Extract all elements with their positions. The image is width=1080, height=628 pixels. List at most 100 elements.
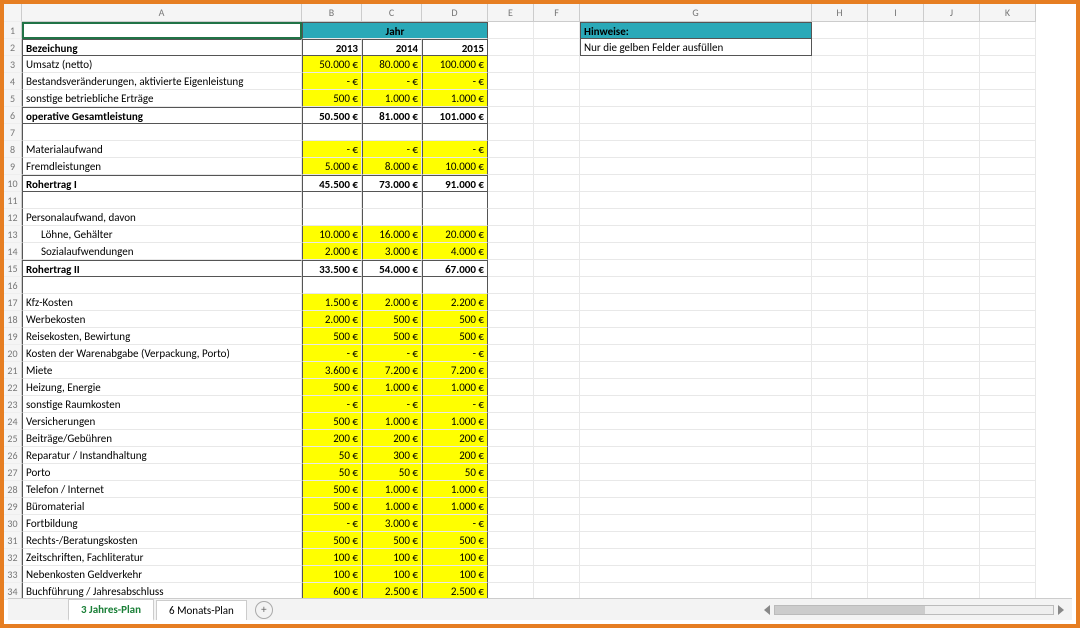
cell-value[interactable]: 2.000 € <box>362 294 422 311</box>
cell-value[interactable]: 1.000 € <box>422 90 488 107</box>
cell-value[interactable]: 500 € <box>302 328 362 345</box>
cell-value[interactable]: 8.000 € <box>362 158 422 175</box>
cell-value[interactable]: 1.000 € <box>362 379 422 396</box>
cell-value[interactable]: - € <box>302 345 362 362</box>
column-header-E[interactable]: E <box>488 4 534 22</box>
cell-value[interactable]: 7.200 € <box>362 362 422 379</box>
cell-value[interactable]: 1.000 € <box>362 413 422 430</box>
scroll-left-icon[interactable] <box>764 605 770 615</box>
column-header-I[interactable]: I <box>868 4 924 22</box>
row-header-31[interactable]: 31 <box>4 532 22 549</box>
cell-value[interactable]: 1.000 € <box>422 498 488 515</box>
cell-value[interactable]: - € <box>302 396 362 413</box>
cell-value[interactable]: 2.000 € <box>302 311 362 328</box>
scroll-handle[interactable] <box>775 606 925 614</box>
column-header-C[interactable]: C <box>362 4 422 22</box>
cell-value[interactable]: 200 € <box>302 430 362 447</box>
cell-value[interactable]: 500 € <box>302 481 362 498</box>
cell-value[interactable]: - € <box>422 345 488 362</box>
row-header-4[interactable]: 4 <box>4 73 22 90</box>
cell-value[interactable]: 1.000 € <box>422 379 488 396</box>
cell-value[interactable]: - € <box>302 73 362 90</box>
row-header-21[interactable]: 21 <box>4 362 22 379</box>
cell-value[interactable]: 300 € <box>362 447 422 464</box>
cell-value[interactable]: 2.000 € <box>302 243 362 260</box>
row-header-18[interactable]: 18 <box>4 311 22 328</box>
cell-value[interactable]: 500 € <box>302 413 362 430</box>
row-header-26[interactable]: 26 <box>4 447 22 464</box>
selected-cell[interactable] <box>22 22 302 39</box>
row-header-17[interactable]: 17 <box>4 294 22 311</box>
cell-value[interactable]: 200 € <box>422 447 488 464</box>
cell-value[interactable]: - € <box>302 141 362 158</box>
cell-value[interactable]: 100 € <box>422 566 488 583</box>
cell-value[interactable]: 500 € <box>422 311 488 328</box>
cell-value[interactable]: 1.000 € <box>422 481 488 498</box>
row-header-24[interactable]: 24 <box>4 413 22 430</box>
cell-value[interactable]: 200 € <box>422 430 488 447</box>
cell-value[interactable]: 100 € <box>362 549 422 566</box>
tab-3-jahres-plan[interactable]: 3 Jahres-Plan <box>68 599 154 621</box>
row-header-16[interactable]: 16 <box>4 277 22 294</box>
cell-value[interactable]: 500 € <box>422 328 488 345</box>
cell-value[interactable]: 500 € <box>302 90 362 107</box>
row-header-13[interactable]: 13 <box>4 226 22 243</box>
row-header-1[interactable]: 1 <box>4 22 22 39</box>
cell-value[interactable]: 10.000 € <box>302 226 362 243</box>
row-header-29[interactable]: 29 <box>4 498 22 515</box>
row-header-5[interactable]: 5 <box>4 90 22 107</box>
cell-value[interactable]: 3.000 € <box>362 243 422 260</box>
row-header-6[interactable]: 6 <box>4 107 22 124</box>
row-header-32[interactable]: 32 <box>4 549 22 566</box>
row-header-11[interactable]: 11 <box>4 192 22 209</box>
cell-value[interactable]: 2.200 € <box>422 294 488 311</box>
cell-value[interactable]: 500 € <box>302 532 362 549</box>
horizontal-scrollbar[interactable] <box>764 605 1064 615</box>
cell-value[interactable]: 4.000 € <box>422 243 488 260</box>
column-header-F[interactable]: F <box>534 4 580 22</box>
row-header-28[interactable]: 28 <box>4 481 22 498</box>
column-header-H[interactable]: H <box>812 4 868 22</box>
cell-value[interactable]: 100 € <box>302 549 362 566</box>
add-sheet-button[interactable]: + <box>255 601 273 619</box>
cell-value[interactable]: 500 € <box>362 532 422 549</box>
cell-value[interactable]: - € <box>362 73 422 90</box>
cell-value[interactable]: 7.200 € <box>422 362 488 379</box>
cell-value[interactable]: 50 € <box>362 464 422 481</box>
cell-value[interactable]: 50 € <box>302 447 362 464</box>
row-header-10[interactable]: 10 <box>4 175 22 192</box>
cell-value[interactable]: 100 € <box>362 566 422 583</box>
row-header-3[interactable]: 3 <box>4 56 22 73</box>
cell-value[interactable]: - € <box>422 141 488 158</box>
tab-6-monats-plan[interactable]: 6 Monats-Plan <box>156 600 247 620</box>
cell-value[interactable]: - € <box>422 73 488 90</box>
row-header-12[interactable]: 12 <box>4 209 22 226</box>
cell-value[interactable]: 16.000 € <box>362 226 422 243</box>
cell-value[interactable]: 50 € <box>422 464 488 481</box>
cell-value[interactable]: 1.000 € <box>422 413 488 430</box>
cell-value[interactable]: 500 € <box>422 532 488 549</box>
row-header-14[interactable]: 14 <box>4 243 22 260</box>
cell-value[interactable]: 3.000 € <box>362 515 422 532</box>
cell-value[interactable]: 100 € <box>302 566 362 583</box>
cell-value[interactable]: 50.000 € <box>302 56 362 73</box>
cell-value[interactable]: 80.000 € <box>362 56 422 73</box>
row-header-33[interactable]: 33 <box>4 566 22 583</box>
cell-value[interactable]: 10.000 € <box>422 158 488 175</box>
cell-value[interactable]: 500 € <box>362 328 422 345</box>
row-header-8[interactable]: 8 <box>4 141 22 158</box>
column-header-A[interactable]: A <box>22 4 302 22</box>
cell-value[interactable]: 50 € <box>302 464 362 481</box>
column-header-G[interactable]: G <box>580 4 812 22</box>
row-header-20[interactable]: 20 <box>4 345 22 362</box>
row-header-27[interactable]: 27 <box>4 464 22 481</box>
cell-value[interactable]: 500 € <box>302 498 362 515</box>
cell-value[interactable]: 1.000 € <box>362 498 422 515</box>
row-header-30[interactable]: 30 <box>4 515 22 532</box>
column-header-B[interactable]: B <box>302 4 362 22</box>
cell-value[interactable]: 100.000 € <box>422 56 488 73</box>
row-header-23[interactable]: 23 <box>4 396 22 413</box>
cell-value[interactable]: - € <box>422 396 488 413</box>
cell-value[interactable]: 20.000 € <box>422 226 488 243</box>
cell-value[interactable]: 1.000 € <box>362 90 422 107</box>
